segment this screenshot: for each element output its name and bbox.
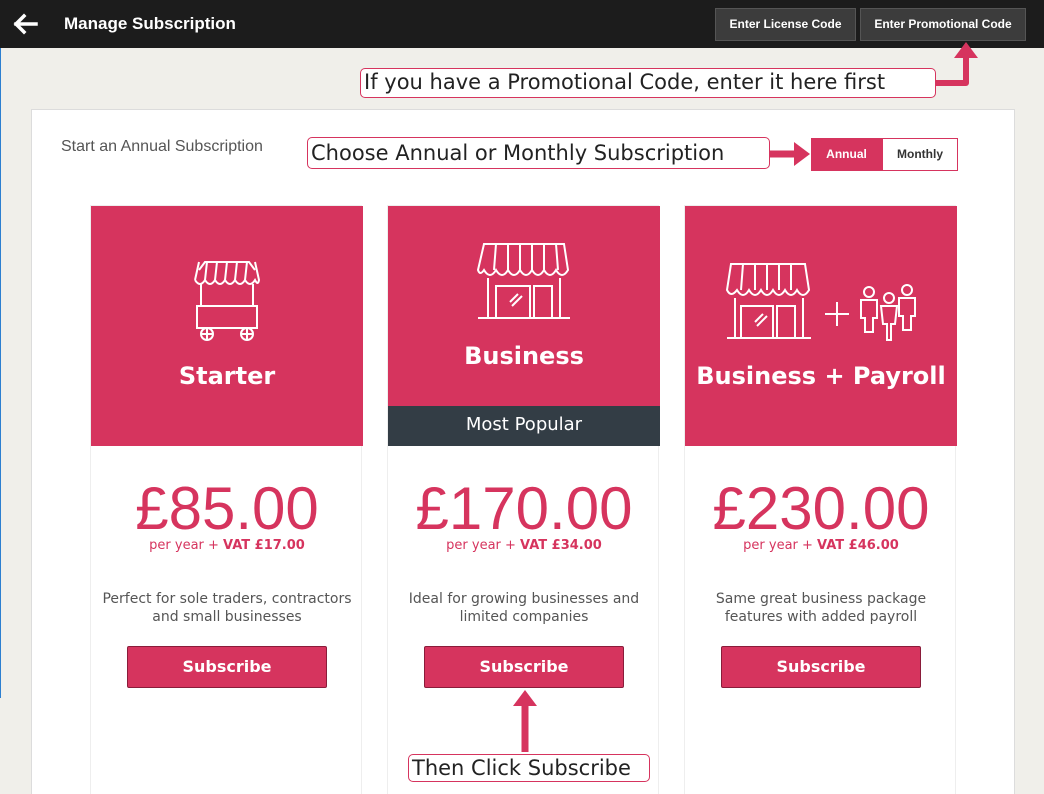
shop-plus-people-icon xyxy=(725,263,916,341)
enter-license-code-button[interactable]: Enter License Code xyxy=(715,8,856,41)
arrow-left-icon[interactable] xyxy=(12,12,40,36)
plan-header: Starter xyxy=(91,206,363,446)
window-edge xyxy=(0,48,1,698)
subscribe-button-business-payroll[interactable]: Subscribe xyxy=(721,646,921,688)
monthly-toggle-button[interactable]: Monthly xyxy=(882,138,958,171)
plan-description: Same great business package features wit… xyxy=(715,591,927,625)
enter-promotional-code-button[interactable]: Enter Promotional Code xyxy=(860,8,1026,41)
top-bar: Manage Subscription Enter License Code E… xyxy=(0,0,1044,48)
plan-name: Business + Payroll xyxy=(696,362,946,390)
plan-price: £230.00 xyxy=(712,475,930,542)
plan-description: Ideal for growing businesses and limited… xyxy=(408,591,640,625)
most-popular-badge: Most Popular xyxy=(388,406,660,446)
plan-vat: VAT £46.00 xyxy=(817,538,899,553)
plan-name: Business xyxy=(464,342,584,370)
subscribe-button-starter[interactable]: Subscribe xyxy=(127,646,327,688)
plan-period: per year + VAT £46.00 xyxy=(743,538,899,553)
plan-description: Perfect for sole traders, contractors an… xyxy=(102,591,352,625)
subscribe-arrow-icon xyxy=(513,690,537,752)
shop-icon xyxy=(476,243,570,319)
plan-price: £85.00 xyxy=(135,475,319,542)
plan-vat: VAT £17.00 xyxy=(223,538,305,553)
plan-period: per year + VAT £17.00 xyxy=(149,538,305,553)
page-title: Manage Subscription xyxy=(64,14,236,33)
plan-card-business-payroll: Business + Payroll £230.00 per year + VA… xyxy=(684,205,957,794)
plan-header: Business + Payroll xyxy=(685,206,957,446)
plan-vat: VAT £34.00 xyxy=(520,538,602,553)
plan-name: Starter xyxy=(178,362,276,390)
promo-code-hint: If you have a Promotional Code, enter it… xyxy=(360,68,936,98)
plan-card-starter: Starter £85.00 per year + VAT £17.00 Per… xyxy=(90,205,363,794)
panel-label: Start an Annual Subscription xyxy=(61,138,263,155)
plan-header: Business Most Popular xyxy=(388,206,660,446)
market-stall-icon xyxy=(194,261,261,341)
promo-arrow-icon xyxy=(936,42,978,86)
subscribe-button-business[interactable]: Subscribe xyxy=(424,646,624,688)
plan-period: per year + VAT £34.00 xyxy=(446,538,602,553)
toggle-arrow-icon xyxy=(770,142,810,166)
plan-price: £170.00 xyxy=(415,475,633,542)
annual-toggle-button[interactable]: Annual xyxy=(811,138,882,171)
choose-subscription-hint: Choose Annual or Monthly Subscription xyxy=(307,137,770,169)
subscribe-hint: Then Click Subscribe xyxy=(408,754,650,782)
